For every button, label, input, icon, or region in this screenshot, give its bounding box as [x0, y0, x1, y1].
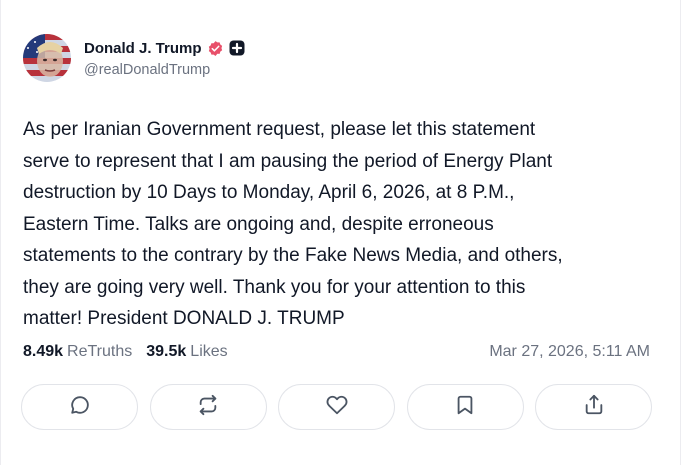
- author-display-name[interactable]: Donald J. Trump: [84, 40, 202, 57]
- retruth-button[interactable]: [149, 384, 267, 430]
- post-card: Donald J. Trump @realDonaldTrump As per …: [0, 0, 681, 465]
- retruths-label: ReTruths: [67, 343, 133, 360]
- author-handle[interactable]: @realDonaldTrump: [84, 62, 245, 78]
- heart-icon: [326, 394, 348, 421]
- likes-count: 39.5k: [146, 343, 187, 360]
- likes-stat[interactable]: 39.5k Likes: [146, 343, 227, 361]
- verified-badge-icon: [207, 40, 224, 57]
- post-body-text: As per Iranian Government request, pleas…: [23, 119, 563, 329]
- share-icon: [583, 394, 605, 421]
- likes-label: Likes: [190, 343, 228, 360]
- avatar[interactable]: [23, 34, 71, 82]
- plus-square-icon: [229, 40, 245, 56]
- repost-icon: [197, 394, 219, 421]
- post-actions: [21, 384, 652, 430]
- author-names: Donald J. Trump @realDonaldTrump: [84, 38, 245, 78]
- bookmark-button[interactable]: [406, 384, 524, 430]
- name-row: Donald J. Trump: [84, 38, 245, 58]
- post-header: Donald J. Trump @realDonaldTrump: [23, 34, 245, 82]
- post-timestamp[interactable]: Mar 27, 2026, 5:11 AM: [489, 343, 650, 361]
- comment-icon: [69, 394, 91, 421]
- reply-button[interactable]: [21, 384, 138, 430]
- retruths-count: 8.49k: [23, 343, 64, 360]
- retruths-stat[interactable]: 8.49k ReTruths: [23, 343, 132, 361]
- like-button[interactable]: [278, 384, 395, 430]
- share-button[interactable]: [535, 384, 652, 430]
- bookmark-icon: [454, 394, 476, 421]
- post-stats: 8.49k ReTruths 39.5k Likes Mar 27, 2026, 5…: [23, 343, 650, 361]
